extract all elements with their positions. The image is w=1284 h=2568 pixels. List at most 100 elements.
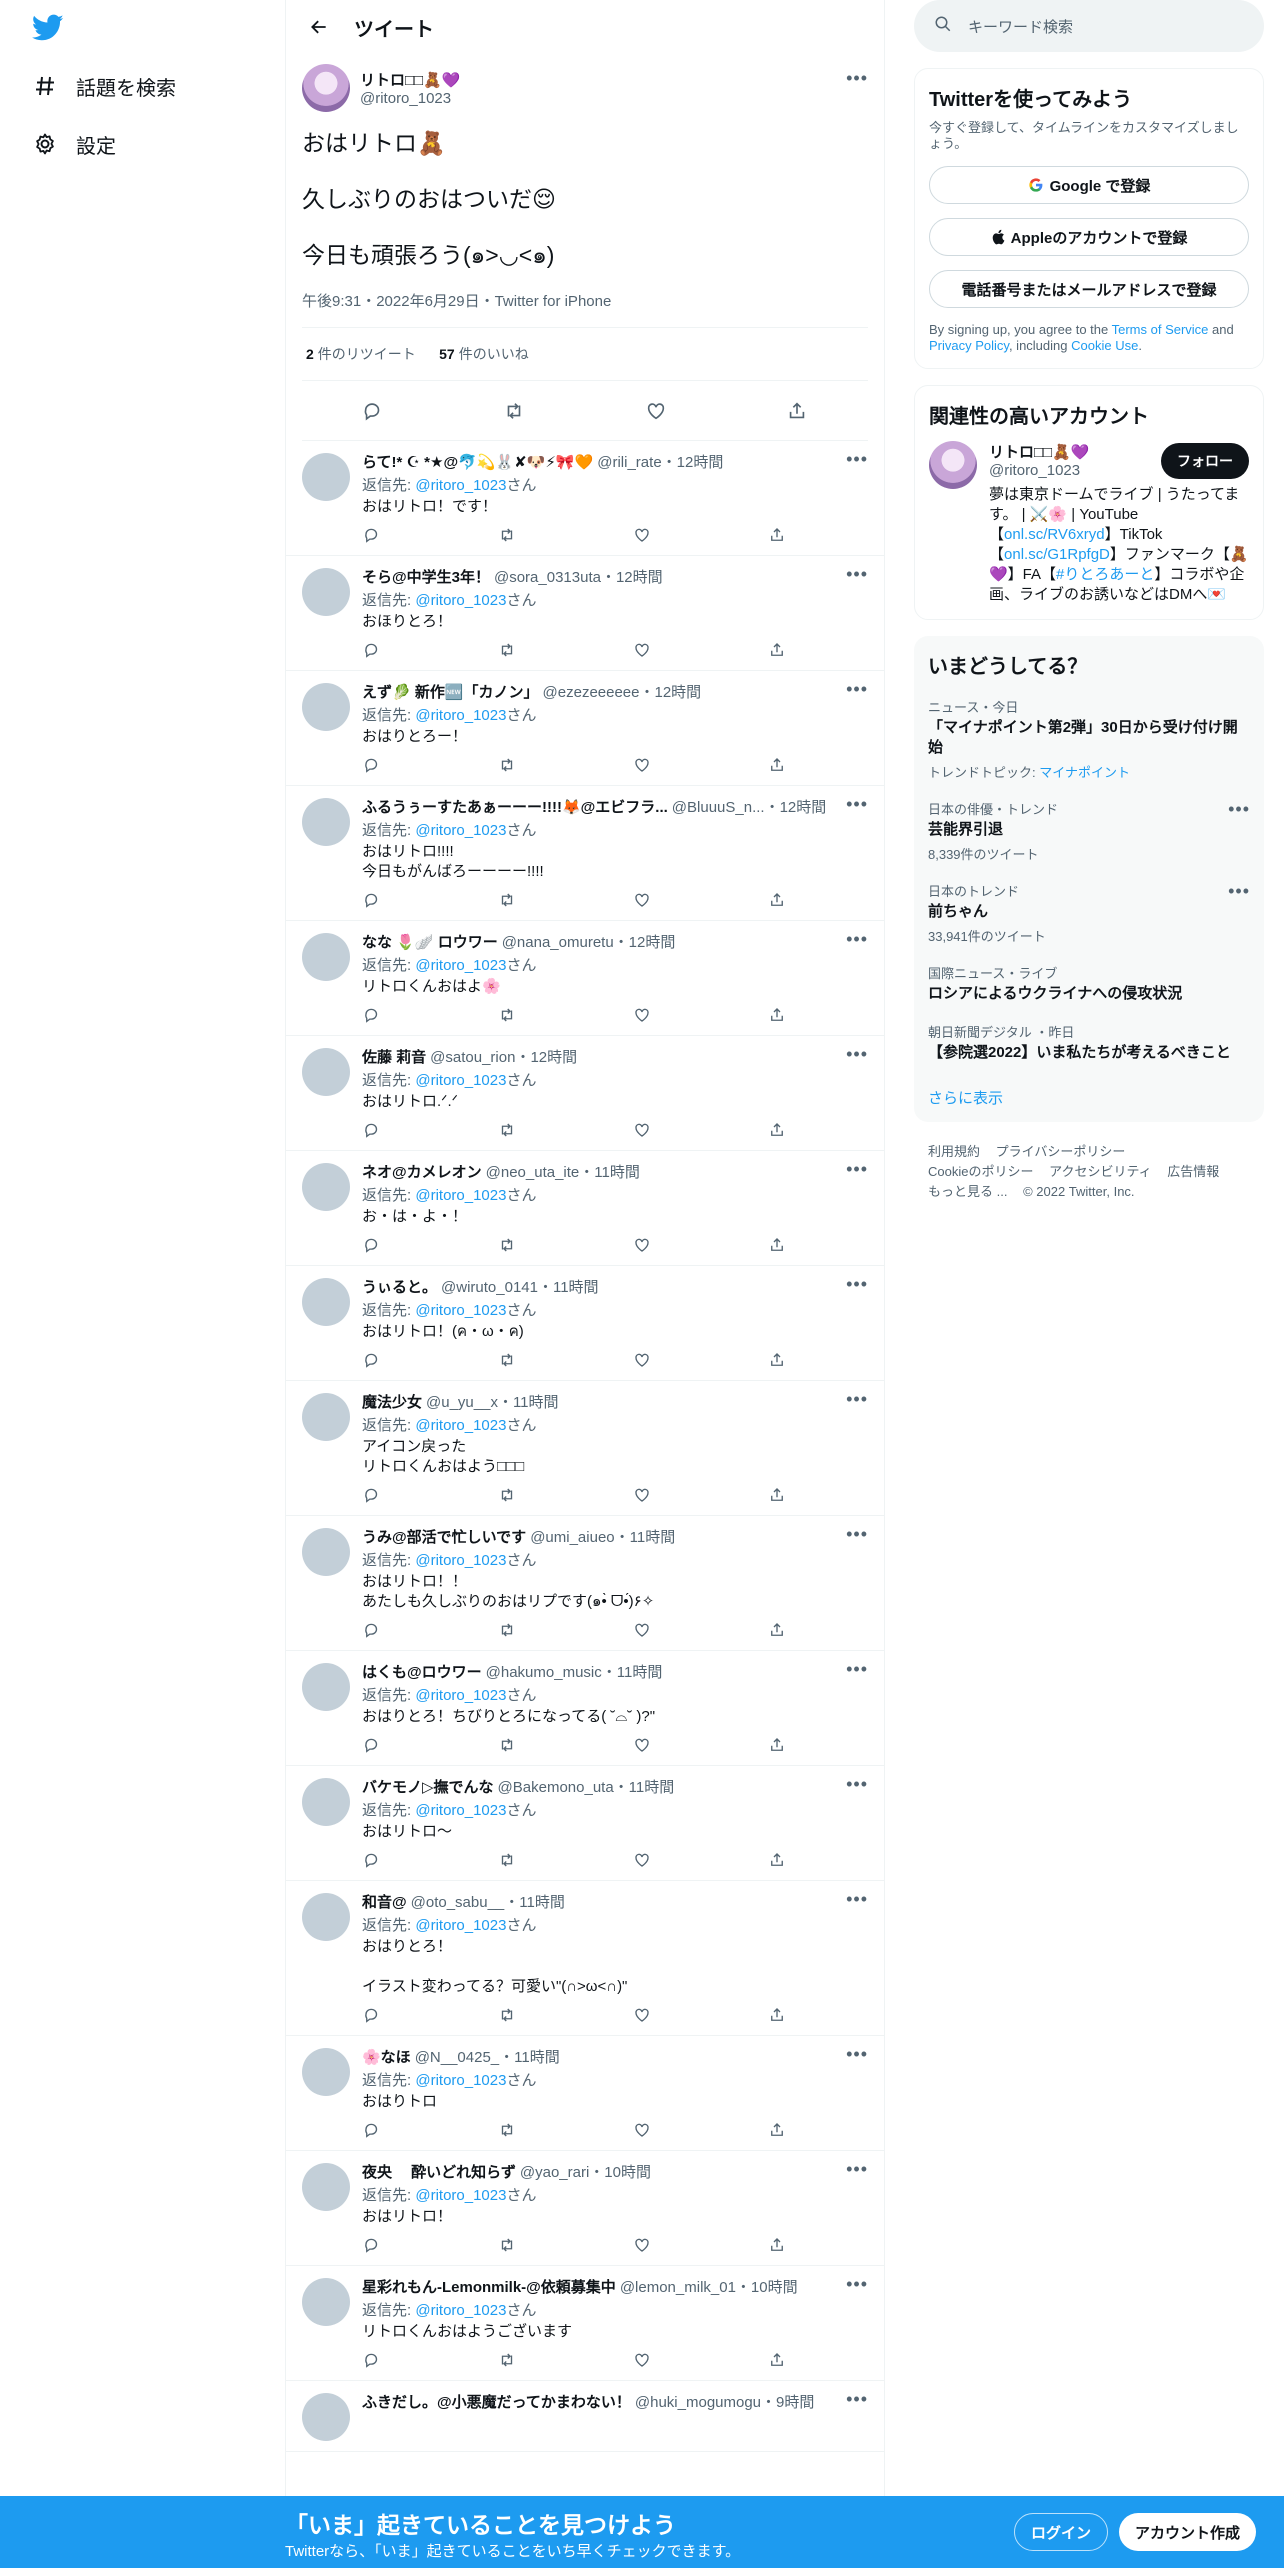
handle-and-time[interactable]: @nana_omuretu・12時間 bbox=[502, 931, 676, 952]
like-icon[interactable] bbox=[632, 890, 652, 910]
avatar[interactable] bbox=[302, 798, 350, 846]
avatar[interactable] bbox=[929, 441, 977, 489]
retweet-icon[interactable] bbox=[497, 890, 517, 910]
handle-and-time[interactable]: @satou_rion・12時間 bbox=[430, 1046, 577, 1067]
retweet-icon[interactable] bbox=[497, 1485, 517, 1505]
avatar[interactable] bbox=[302, 683, 350, 731]
handle[interactable]: @ritoro_1023 bbox=[360, 90, 460, 107]
handle-and-time[interactable]: @umi_aiueo・11時間 bbox=[530, 1526, 675, 1547]
reply-icon[interactable] bbox=[362, 640, 382, 660]
reply-tweet[interactable]: うみ@部活で忙しいです @umi_aiueo・11時間 返信先: @ritoro_… bbox=[286, 1516, 884, 1651]
reply-icon[interactable] bbox=[362, 755, 382, 775]
mention-link[interactable]: @ritoro_1023 bbox=[415, 1802, 506, 1819]
more-options-icon[interactable]: ••• bbox=[846, 2044, 868, 2065]
like-icon[interactable] bbox=[632, 1735, 652, 1755]
reply-icon[interactable] bbox=[362, 1485, 382, 1505]
footer-link[interactable]: プライバシーポリシー bbox=[996, 1144, 1126, 1159]
trend-item[interactable]: 朝日新聞デジタル ・昨日 【参院選2022】いま私たちが考えるべきこと bbox=[928, 1022, 1250, 1063]
retweet-icon[interactable] bbox=[497, 2005, 517, 2025]
tweet-timestamp[interactable]: 午後9:31・2022年6月29日・Twitter for iPhone bbox=[302, 290, 868, 328]
reply-icon[interactable] bbox=[361, 399, 385, 423]
reply-icon[interactable] bbox=[362, 1005, 382, 1025]
show-more-link[interactable]: さらに表示 bbox=[928, 1087, 1250, 1108]
reply-tweet[interactable]: なな 🌷🪽 ロウワー @nana_omuretu・12時間 返信先: @ritor… bbox=[286, 921, 884, 1036]
mention-link[interactable]: @ritoro_1023 bbox=[415, 592, 506, 609]
retweet-icon[interactable] bbox=[502, 399, 526, 423]
like-icon[interactable] bbox=[632, 525, 652, 545]
more-options-icon[interactable]: ••• bbox=[1228, 881, 1250, 902]
avatar[interactable] bbox=[302, 2278, 350, 2326]
reply-tweet[interactable]: ネオ@カメレオン @neo_uta_ite・11時間 返信先: @ritoro_1… bbox=[286, 1151, 884, 1266]
share-icon[interactable] bbox=[767, 1350, 787, 1370]
display-name[interactable]: リトロ□□🧸💜 bbox=[989, 441, 1089, 462]
reply-tweet[interactable]: ふるうぅーすたあぁーーー!!!!🦊@エビフラ... @BluuuS_n...・12… bbox=[286, 786, 884, 921]
reply-icon[interactable] bbox=[362, 525, 382, 545]
reply-icon[interactable] bbox=[362, 1850, 382, 1870]
reply-tweet[interactable]: 🌸なほ @N__0425_・11時間 返信先: @ritoro_1023さん おは… bbox=[286, 2036, 884, 2151]
search-input[interactable]: キーワード検索 bbox=[968, 16, 1073, 37]
share-icon[interactable] bbox=[767, 525, 787, 545]
mention-link[interactable]: @ritoro_1023 bbox=[415, 2302, 506, 2319]
retweet-icon[interactable] bbox=[497, 1235, 517, 1255]
share-icon[interactable] bbox=[767, 890, 787, 910]
reply-tweet[interactable]: 夜央 酔いどれ知らず @yao_rari・10時間 返信先: @ritoro_10… bbox=[286, 2151, 884, 2266]
handle-and-time[interactable]: @huki_mogumogu・9時間 bbox=[635, 2391, 814, 2412]
display-name[interactable]: 夜央 酔いどれ知らず bbox=[362, 2161, 516, 2182]
nav-explore[interactable]: 話題を検索 bbox=[32, 66, 176, 106]
topic-link[interactable]: マイナポイント bbox=[1039, 765, 1130, 780]
avatar[interactable] bbox=[302, 933, 350, 981]
handle-and-time[interactable]: @u_yu__x・11時間 bbox=[426, 1391, 559, 1412]
display-name[interactable]: 和音@ bbox=[362, 1891, 407, 1912]
search-box[interactable]: キーワード検索 bbox=[914, 0, 1264, 52]
like-icon[interactable] bbox=[632, 2350, 652, 2370]
footer-link[interactable]: アクセシビリティ bbox=[1049, 1164, 1152, 1179]
retweet-icon[interactable] bbox=[497, 640, 517, 660]
share-icon[interactable] bbox=[767, 2235, 787, 2255]
more-options-icon[interactable]: ••• bbox=[846, 929, 868, 950]
reply-icon[interactable] bbox=[362, 1235, 382, 1255]
trend-item[interactable]: 国際ニュース・ライブ ロシアによるウクライナへの侵攻状況 bbox=[928, 963, 1250, 1004]
mention-link[interactable]: @ritoro_1023 bbox=[415, 477, 506, 494]
more-options-icon[interactable]: ••• bbox=[846, 1044, 868, 1065]
display-name[interactable]: 佐藤 莉音 bbox=[362, 1046, 426, 1067]
display-name[interactable]: そら@中学生3年！ bbox=[362, 566, 490, 587]
display-name[interactable]: はくも@ロウワー bbox=[362, 1661, 482, 1682]
share-icon[interactable] bbox=[767, 1485, 787, 1505]
avatar[interactable] bbox=[302, 1278, 350, 1326]
mention-link[interactable]: @ritoro_1023 bbox=[415, 707, 506, 724]
like-icon[interactable] bbox=[632, 1120, 652, 1140]
handle-and-time[interactable]: @ezezeeeeee・12時間 bbox=[543, 681, 702, 702]
more-options-icon[interactable]: ••• bbox=[846, 1659, 868, 1680]
retweet-icon[interactable] bbox=[497, 1005, 517, 1025]
retweet-icon[interactable] bbox=[497, 755, 517, 775]
mention-link[interactable]: @ritoro_1023 bbox=[415, 1302, 506, 1319]
like-icon[interactable] bbox=[632, 1235, 652, 1255]
display-name[interactable]: 魔法少女 bbox=[362, 1391, 422, 1412]
avatar[interactable] bbox=[302, 1048, 350, 1096]
reply-tweet[interactable]: 和音@ @oto_sabu__・11時間 返信先: @ritoro_1023さん … bbox=[286, 1881, 884, 2036]
share-icon[interactable] bbox=[767, 1005, 787, 1025]
mention-link[interactable]: @ritoro_1023 bbox=[415, 822, 506, 839]
handle-and-time[interactable]: @neo_uta_ite・11時間 bbox=[486, 1161, 640, 1182]
more-options-icon[interactable]: ••• bbox=[846, 2159, 868, 2180]
share-icon[interactable] bbox=[767, 2005, 787, 2025]
bio-link[interactable]: onl.sc/RV6xryd bbox=[1004, 526, 1105, 543]
more-options-icon[interactable]: ••• bbox=[846, 679, 868, 700]
share-icon[interactable] bbox=[767, 1850, 787, 1870]
reply-tweet[interactable]: えず🥬 新作🆕「カノン」 @ezezeeeeee・12時間 返信先: @ritor… bbox=[286, 671, 884, 786]
retweet-icon[interactable] bbox=[497, 1620, 517, 1640]
reply-icon[interactable] bbox=[362, 2120, 382, 2140]
display-name[interactable]: なな 🌷🪽 ロウワー bbox=[362, 931, 498, 952]
share-icon[interactable] bbox=[767, 755, 787, 775]
more-options-icon[interactable]: ••• bbox=[846, 2274, 868, 2295]
avatar[interactable] bbox=[302, 2393, 350, 2441]
mention-link[interactable]: @ritoro_1023 bbox=[415, 957, 506, 974]
avatar[interactable] bbox=[302, 1663, 350, 1711]
retweet-icon[interactable] bbox=[497, 1350, 517, 1370]
avatar[interactable] bbox=[302, 1778, 350, 1826]
share-icon[interactable] bbox=[767, 1620, 787, 1640]
avatar[interactable] bbox=[302, 1893, 350, 1941]
more-options-icon[interactable]: ••• bbox=[846, 1889, 868, 1910]
footer-link[interactable]: Cookieのポリシー bbox=[928, 1164, 1033, 1179]
reply-tweet[interactable]: 佐藤 莉音 @satou_rion・12時間 返信先: @ritoro_1023さ… bbox=[286, 1036, 884, 1151]
